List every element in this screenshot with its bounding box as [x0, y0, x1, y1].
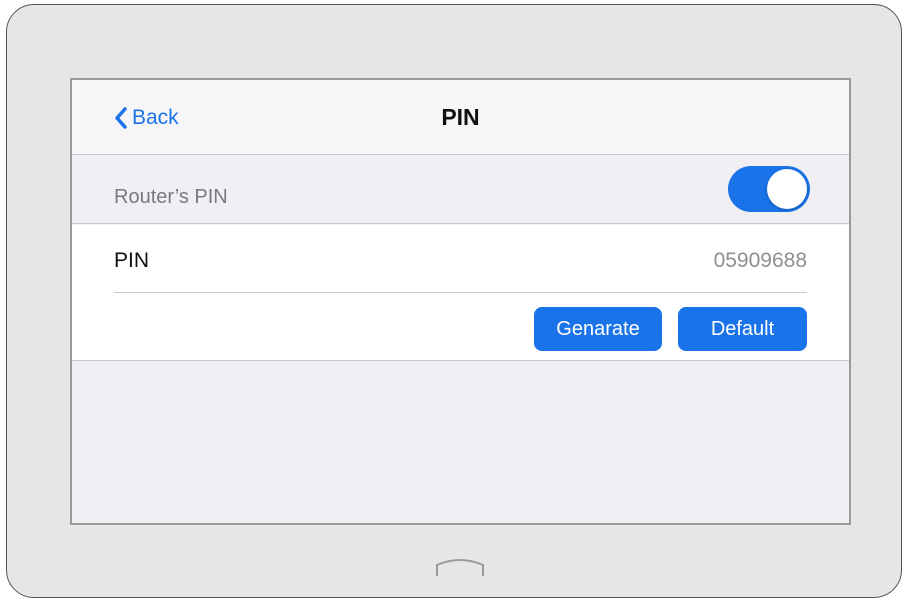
- generate-button[interactable]: Genarate: [534, 307, 662, 351]
- pin-row: PIN 05909688: [114, 225, 807, 293]
- pin-value: 05909688: [713, 249, 807, 272]
- pin-label: PIN: [114, 249, 150, 272]
- pin-panel: PIN 05909688 Genarate Default: [72, 225, 849, 361]
- home-button-icon[interactable]: [434, 556, 486, 578]
- nav-bar: Back PIN: [72, 80, 849, 155]
- toggle-knob: [767, 169, 807, 209]
- page-title: PIN: [441, 104, 480, 130]
- router-pin-label: Router’s PIN: [114, 186, 228, 208]
- screen: Back PIN Router’s PIN PIN 05909688 Genar…: [70, 78, 851, 525]
- router-pin-section: Router’s PIN: [72, 156, 849, 224]
- default-button[interactable]: Default: [678, 307, 807, 351]
- router-pin-toggle[interactable]: [728, 166, 810, 212]
